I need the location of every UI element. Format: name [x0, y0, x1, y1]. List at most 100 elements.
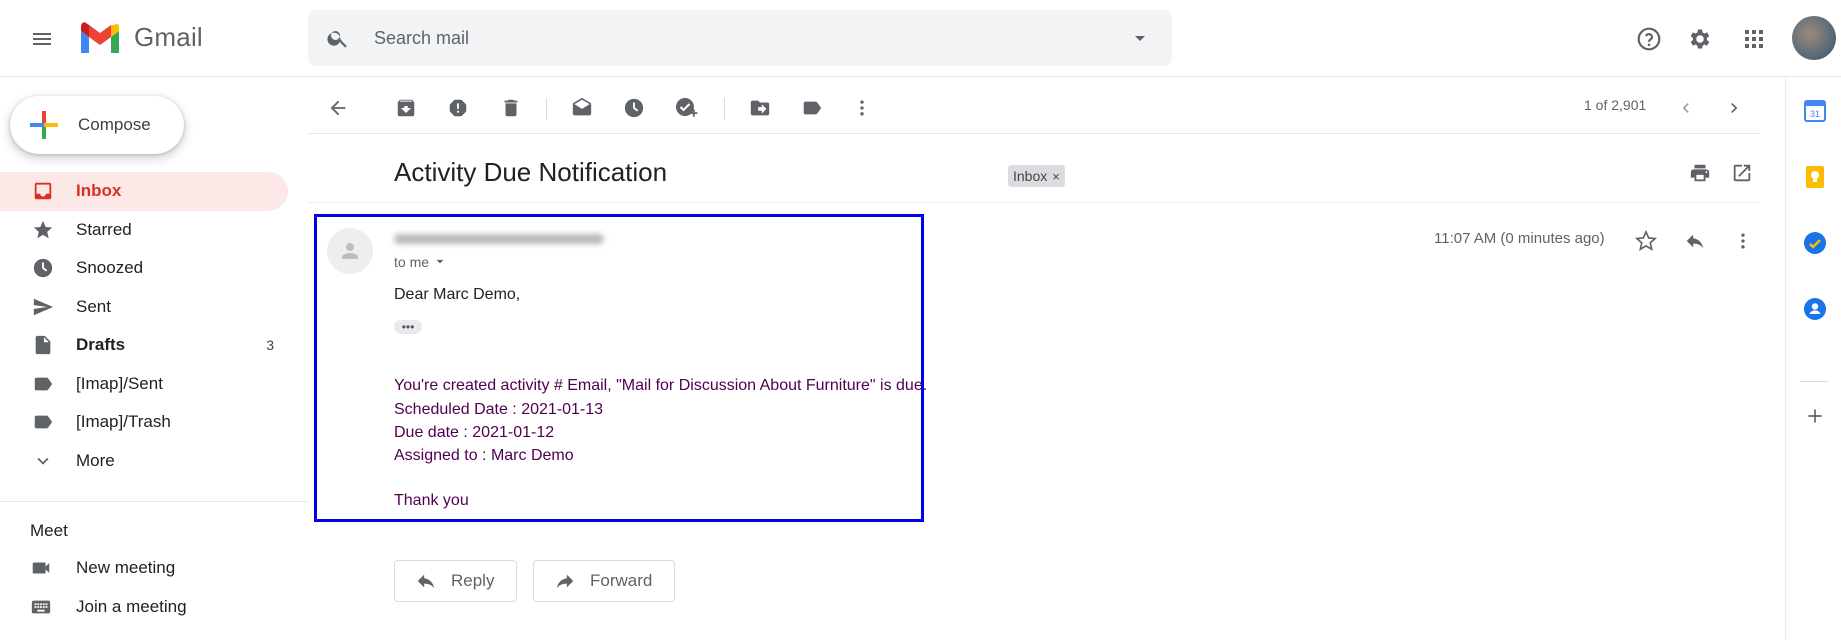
email-body-line: Thank you	[394, 492, 469, 509]
label-icon	[30, 373, 56, 395]
more-options-icon[interactable]	[1728, 226, 1758, 256]
gmail-logo[interactable]: Gmail	[78, 20, 203, 54]
sidebar-item-starred[interactable]: Starred	[0, 211, 288, 250]
report-spam-icon[interactable]	[442, 92, 474, 124]
sidebar-item-label: More	[76, 450, 115, 470]
tasks-icon[interactable]	[1800, 228, 1830, 258]
email-body-line: Assigned to : Marc Demo	[394, 447, 574, 464]
side-panel: 31	[1785, 77, 1841, 640]
sidebar-item-label: Sent	[76, 296, 111, 316]
sidebar-item-label: [Imap]/Sent	[76, 373, 163, 393]
sidebar-item-imap-trash[interactable]: [Imap]/Trash	[0, 403, 288, 442]
keyboard-icon	[30, 596, 52, 618]
chevron-right-icon[interactable]	[1718, 92, 1750, 124]
star-icon	[30, 219, 56, 241]
svg-text:31: 31	[1810, 109, 1820, 119]
search-bar[interactable]	[308, 10, 1172, 66]
top-header: Gmail	[0, 0, 1841, 77]
label-icon	[30, 411, 56, 433]
add-to-tasks-icon[interactable]	[670, 92, 702, 124]
compose-button[interactable]: Compose	[10, 96, 184, 154]
menu-icon	[33, 33, 51, 45]
show-trimmed-content-button[interactable]: •••	[394, 320, 422, 334]
compose-label: Compose	[78, 115, 151, 134]
apps-icon[interactable]	[1735, 20, 1773, 58]
labels-icon[interactable]	[796, 92, 828, 124]
keep-icon[interactable]	[1800, 162, 1830, 192]
meet-section-title: Meet	[30, 521, 68, 540]
back-arrow-icon[interactable]	[322, 92, 354, 124]
app-name: Gmail	[134, 21, 203, 52]
sidebar-item-imap-sent[interactable]: [Imap]/Sent	[0, 365, 288, 404]
delete-icon[interactable]	[495, 92, 527, 124]
archive-icon[interactable]	[390, 92, 422, 124]
sidebar-divider	[0, 501, 308, 502]
join-meeting-label: Join a meeting	[76, 597, 187, 616]
sidebar-item-inbox[interactable]: Inbox	[0, 172, 288, 211]
star-icon[interactable]	[1631, 226, 1661, 256]
sender-avatar	[327, 228, 373, 274]
open-new-window-icon[interactable]	[1726, 157, 1758, 189]
new-meeting-item[interactable]: New meeting	[30, 553, 175, 583]
gmail-logo-icon	[81, 22, 119, 53]
forward-label: Forward	[590, 571, 653, 590]
message-toolbar: 1 of 2,901	[308, 80, 1760, 134]
email-body-line: Scheduled Date : 2021-01-13	[394, 401, 604, 418]
email-body-line: Due date : 2021-01-12	[394, 424, 555, 441]
reply-label: Reply	[451, 571, 495, 590]
search-input[interactable]	[374, 24, 1074, 52]
main-menu-button[interactable]	[22, 19, 62, 59]
sidebar-item-label: Inbox	[76, 181, 122, 201]
email-subject: Activity Due Notification	[394, 157, 668, 187]
mark-unread-icon[interactable]	[566, 92, 598, 124]
sidebar-item-label: Drafts	[76, 335, 126, 355]
sidebar-item-sent[interactable]: Sent	[0, 288, 288, 327]
pagination-text: 1 of 2,901	[1584, 97, 1647, 113]
side-panel-divider	[1800, 381, 1828, 382]
contacts-icon[interactable]	[1800, 294, 1830, 324]
inbox-label-chip[interactable]: Inbox ×	[1008, 165, 1065, 187]
help-icon[interactable]	[1630, 20, 1668, 58]
chevron-down-icon	[436, 259, 444, 264]
sender-email-blurred	[394, 234, 604, 244]
sidebar-item-label: Starred	[76, 219, 132, 239]
email-greeting: Dear Marc Demo,	[394, 286, 521, 303]
subject-row: Activity Due Notification Inbox ×	[308, 145, 1760, 203]
reply-button[interactable]: Reply	[394, 560, 518, 602]
remove-label-icon[interactable]: ×	[1052, 169, 1060, 184]
video-camera-icon	[30, 557, 52, 579]
reply-icon	[417, 574, 435, 589]
chevron-left-icon[interactable]	[1670, 92, 1702, 124]
calendar-icon[interactable]: 31	[1800, 96, 1830, 126]
sidebar-item-label: Snoozed	[76, 258, 144, 278]
sidebar-item-label: [Imap]/Trash	[76, 412, 171, 432]
add-addon-icon[interactable]	[1800, 401, 1830, 431]
print-icon[interactable]	[1684, 157, 1716, 189]
email-body-line: You're created activity # Email, "Mail f…	[394, 377, 928, 394]
search-icon[interactable]	[326, 26, 350, 50]
sidebar-item-drafts[interactable]: Drafts 3	[0, 326, 288, 365]
clock-icon	[30, 257, 56, 279]
person-icon	[342, 243, 358, 259]
search-options-icon[interactable]	[1130, 28, 1150, 48]
account-avatar[interactable]	[1792, 16, 1836, 60]
reply-icon[interactable]	[1680, 226, 1710, 256]
toolbar-separator	[724, 98, 725, 120]
new-meeting-label: New meeting	[76, 558, 176, 577]
join-meeting-item[interactable]: Join a meeting	[30, 592, 187, 622]
more-options-icon[interactable]	[846, 92, 878, 124]
message-timestamp: 11:07 AM (0 minutes ago)	[1434, 230, 1605, 247]
send-icon	[30, 296, 56, 318]
forward-button[interactable]: Forward	[533, 560, 676, 602]
inbox-icon	[30, 180, 56, 202]
to-me-label: to me	[394, 254, 430, 270]
recipient-details[interactable]: to me	[394, 254, 447, 270]
draft-icon	[30, 334, 56, 356]
sidebar-item-snoozed[interactable]: Snoozed	[0, 249, 288, 288]
chevron-down-icon	[30, 450, 56, 472]
settings-icon[interactable]	[1681, 20, 1719, 58]
sidebar-nav: Inbox Starred Snoozed Sent Drafts 3 [Ima…	[0, 172, 288, 480]
move-to-icon[interactable]	[744, 92, 776, 124]
sidebar-item-more[interactable]: More	[0, 442, 288, 481]
snooze-icon[interactable]	[618, 92, 650, 124]
